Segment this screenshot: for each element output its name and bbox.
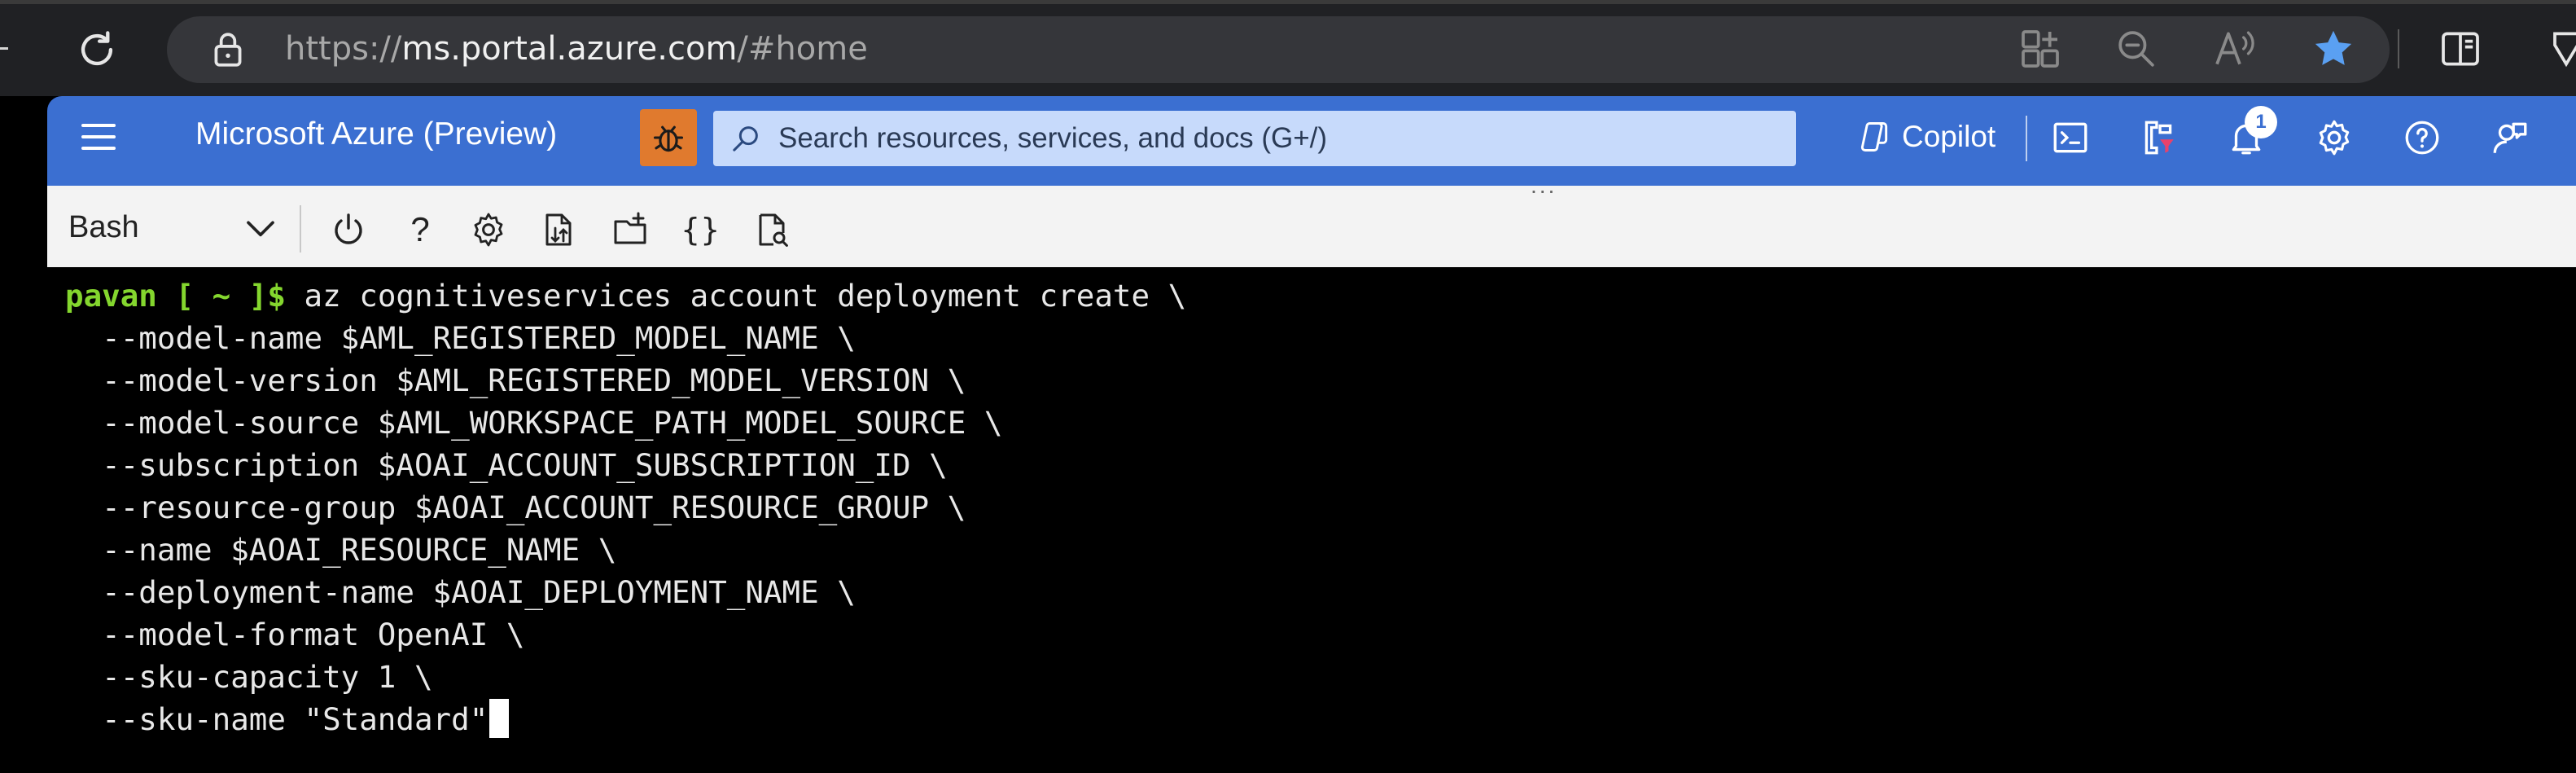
shell-settings-icon[interactable] <box>469 210 508 249</box>
url-host: ms.portal.azure.com <box>401 30 738 68</box>
terminal-command-text: az cognitiveservices account deployment … <box>285 278 1187 314</box>
feedback-bug-button[interactable] <box>640 109 697 166</box>
restart-power-icon[interactable] <box>329 210 368 249</box>
terminal-line-9: --model-format OpenAI \ <box>65 617 525 652</box>
url-path: /#home <box>737 30 868 68</box>
cloud-shell-icon[interactable] <box>2050 117 2091 158</box>
prompt-directory: [ ~ ]$ <box>156 278 286 314</box>
terminal-line-2: --model-name $AML_REGISTERED_MODEL_NAME … <box>65 320 856 356</box>
zoom-out-icon[interactable] <box>2114 26 2159 72</box>
copilot-icon[interactable] <box>1856 119 1892 155</box>
browser-tab-strip-edge <box>0 0 2576 4</box>
terminal-line-6: --resource-group $AOAI_ACCOUNT_RESOURCE_… <box>65 490 966 525</box>
url-scheme: https:// <box>285 30 402 68</box>
search-input[interactable]: Search resources, services, and docs (G+… <box>778 116 1327 161</box>
favorite-star-icon[interactable] <box>2311 26 2356 72</box>
help-button[interactable]: ? <box>401 210 440 249</box>
copilot-button[interactable]: Copilot <box>1902 116 1996 158</box>
search-icon <box>733 126 758 152</box>
prompt-user: pavan <box>65 278 157 314</box>
read-aloud-icon[interactable] <box>2211 26 2257 72</box>
portal-title[interactable]: Microsoft Azure (Preview) <box>195 116 557 152</box>
terminal-line-7: --name $AOAI_RESOURCE_NAME \ <box>65 532 617 568</box>
split-screen-icon[interactable] <box>2438 26 2483 72</box>
reload-icon[interactable] <box>73 26 120 73</box>
chevron-down-icon[interactable] <box>244 215 277 241</box>
toolbar-divider <box>300 205 301 253</box>
directory-filter-icon[interactable] <box>2138 117 2179 158</box>
notification-count-badge: 1 <box>2245 106 2277 138</box>
panel-resize-handle[interactable]: ... <box>1531 173 1557 199</box>
bug-icon <box>653 125 684 152</box>
terminal-line-4: --model-source $AML_WORKSPACE_PATH_MODEL… <box>65 405 1003 441</box>
terminal-line-5: --subscription $AOAI_ACCOUNT_SUBSCRIPTIO… <box>65 447 948 483</box>
header-divider <box>2026 116 2027 161</box>
terminal-line-8: --deployment-name $AOAI_DEPLOYMENT_NAME … <box>65 574 856 610</box>
terminal-line-3: --model-version $AML_REGISTERED_MODEL_VE… <box>65 362 966 398</box>
open-editor-braces-button[interactable]: {} <box>681 210 720 249</box>
web-preview-icon[interactable] <box>752 210 791 249</box>
terminal-line-11: --sku-name "Standard" <box>65 698 510 740</box>
feedback-person-icon[interactable] <box>2490 117 2530 158</box>
shell-type-label: Bash <box>68 210 139 244</box>
address-url[interactable]: https://ms.portal.azure.com/#home <box>285 24 868 73</box>
new-session-icon[interactable] <box>611 210 650 249</box>
upload-download-files-icon[interactable] <box>539 210 578 249</box>
help-icon[interactable] <box>2402 117 2442 158</box>
terminal-line-10: --sku-capacity 1 \ <box>65 659 433 695</box>
terminal-last-line-text: --sku-name "Standard" <box>65 701 488 737</box>
apps-icon[interactable] <box>2017 26 2063 72</box>
browser-divider <box>2398 29 2399 68</box>
back-arrow-icon[interactable] <box>0 47 8 50</box>
lock-icon[interactable] <box>208 29 248 70</box>
portal-menu-icon[interactable] <box>81 124 116 153</box>
settings-gear-icon[interactable] <box>2314 117 2355 158</box>
collections-icon[interactable] <box>2543 26 2576 72</box>
terminal-line-1: pavan [ ~ ]$ az cognitiveservices accoun… <box>65 275 1186 317</box>
terminal-cursor <box>489 699 510 738</box>
